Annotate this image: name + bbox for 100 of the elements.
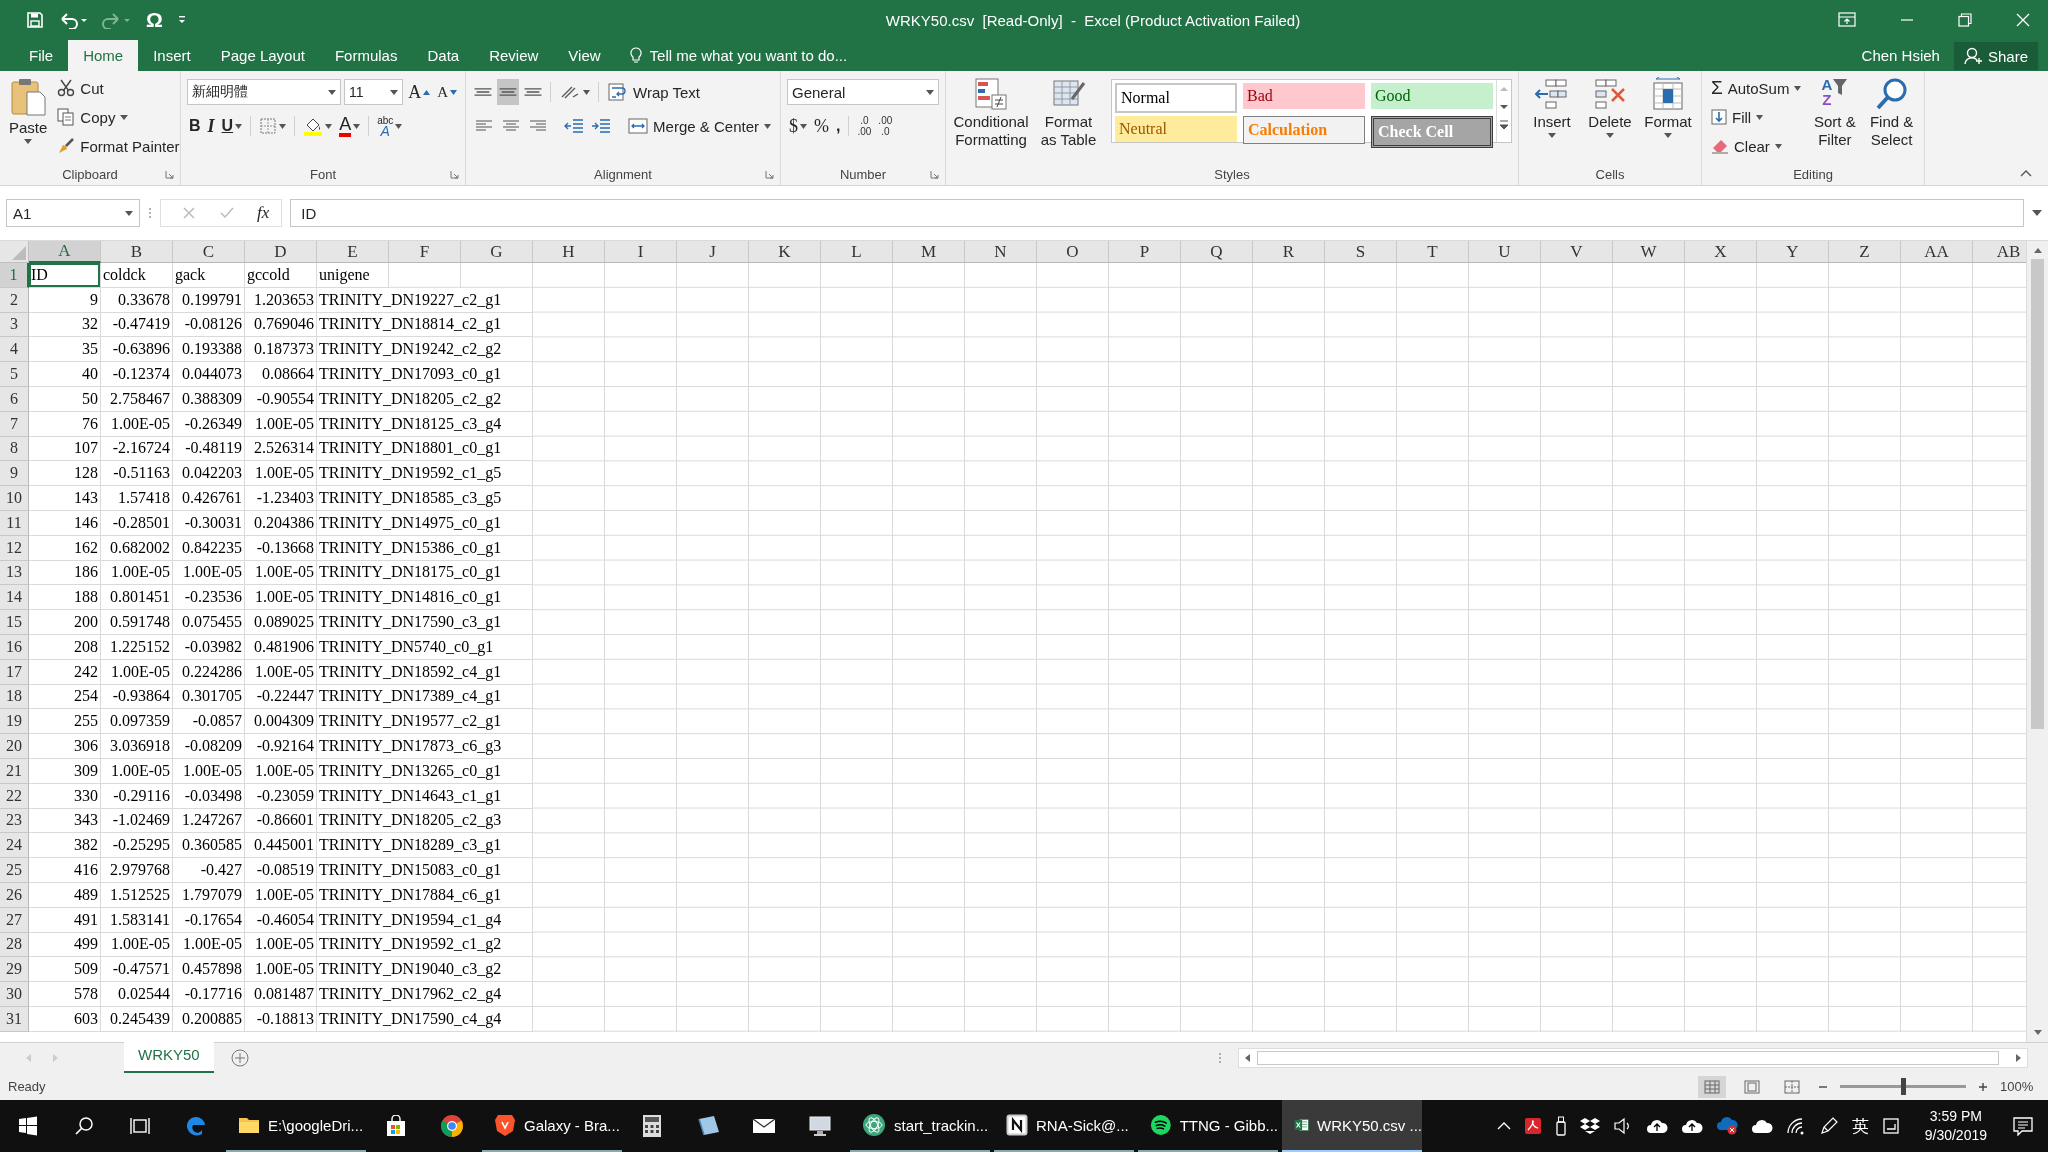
split-grip-icon[interactable] [1218, 1051, 1222, 1065]
row-header[interactable]: 16 [0, 634, 29, 660]
row-header[interactable]: 4 [0, 337, 29, 363]
row-header[interactable]: 9 [0, 461, 29, 487]
cell-style-option[interactable]: Normal [1115, 83, 1237, 113]
check-icon[interactable] [219, 205, 235, 221]
sheet-tab[interactable]: WRKY50 [124, 1039, 214, 1074]
row-header[interactable]: 28 [0, 932, 29, 958]
find-select-button[interactable]: Find & Select [1865, 75, 1918, 163]
row-header[interactable]: 19 [0, 709, 29, 735]
column-header[interactable]: G [461, 241, 533, 263]
scroll-right-icon[interactable] [2013, 1052, 2023, 1064]
column-header[interactable]: U [1469, 241, 1541, 263]
row-header[interactable]: 27 [0, 907, 29, 933]
column-header[interactable]: M [893, 241, 965, 263]
dialog-launcher-icon[interactable] [765, 170, 774, 179]
row-header[interactable]: 26 [0, 882, 29, 908]
pen-icon[interactable] [1818, 1116, 1839, 1136]
formula-field[interactable]: ID [290, 199, 2024, 227]
undo-icon[interactable] [58, 11, 88, 29]
row-header[interactable]: 18 [0, 684, 29, 710]
row-header[interactable]: 12 [0, 535, 29, 561]
pdf-icon[interactable] [1523, 1117, 1542, 1135]
column-header[interactable]: I [605, 241, 677, 263]
wrap-text-button[interactable]: Wrap Text [605, 79, 703, 105]
dialog-launcher-icon[interactable] [165, 170, 174, 179]
expand-icon[interactable] [2032, 210, 2042, 216]
merge-center-button[interactable]: Merge & Center [625, 113, 774, 139]
ribbon-tab[interactable]: View [553, 40, 616, 71]
percent-button[interactable]: % [812, 113, 831, 139]
grow-font-button[interactable]: A [406, 79, 433, 105]
scrollbar[interactable] [1238, 1048, 2028, 1068]
dialog-launcher-icon[interactable] [450, 170, 459, 179]
restore-icon[interactable] [1958, 13, 1972, 27]
row-header[interactable]: 29 [0, 957, 29, 983]
row-header[interactable]: 25 [0, 858, 29, 883]
cloud-icon[interactable] [1750, 1118, 1773, 1134]
row-header[interactable]: 10 [0, 486, 29, 511]
taskbar-button[interactable]: RNA-Sick@... [994, 1100, 1134, 1152]
format-as-table-button[interactable]: Format as Table [1034, 75, 1103, 163]
column-header[interactable]: B [101, 241, 173, 263]
row-header[interactable]: 17 [0, 659, 29, 685]
column-header[interactable]: N [965, 241, 1037, 263]
add-sheet-icon[interactable] [229, 1048, 250, 1068]
tell-me-field[interactable]: Tell me what you want to do... [647, 46, 952, 65]
column-header[interactable]: H [533, 241, 605, 263]
font-color-button[interactable]: A [337, 113, 363, 139]
column-header[interactable]: R [1253, 241, 1325, 263]
column-header[interactable]: C [173, 241, 245, 263]
ribbon-tab[interactable]: Data [412, 40, 475, 71]
usb-drive-icon[interactable] [1554, 1116, 1567, 1136]
zoom-in-icon[interactable] [1978, 1081, 1988, 1092]
customize-icon[interactable] [176, 15, 187, 25]
copy-button[interactable]: Copy [54, 104, 183, 130]
column-header[interactable]: O [1037, 241, 1109, 263]
taskbar-button[interactable]: Galaxy - Bra... [482, 1100, 622, 1152]
scrollbar[interactable] [2026, 241, 2048, 1042]
column-header[interactable]: F [389, 241, 461, 263]
clock[interactable]: 3:59 PM 9/30/2019 [1912, 1107, 1999, 1145]
paste-button[interactable]: Paste [6, 75, 51, 163]
column-header[interactable]: T [1397, 241, 1469, 263]
cut-button[interactable]: Cut [54, 75, 183, 101]
zoom-slider[interactable] [1901, 1078, 1906, 1095]
ribbon-tab[interactable]: Review [474, 40, 554, 71]
column-header[interactable]: P [1109, 241, 1181, 263]
row-header[interactable]: 6 [0, 387, 29, 412]
font-size-field[interactable]: 11 [343, 79, 404, 105]
column-header[interactable]: W [1613, 241, 1685, 263]
cloud-upload-icon[interactable] [1680, 1118, 1703, 1134]
row-header[interactable]: 31 [0, 1006, 29, 1032]
row-header[interactable]: 22 [0, 783, 29, 809]
column-header[interactable]: Q [1181, 241, 1253, 263]
row-header[interactable]: 2 [0, 287, 29, 313]
ribbon-tab[interactable]: Page Layout [205, 40, 320, 71]
ribbon-tab[interactable]: Home [68, 40, 139, 71]
cell-style-option[interactable]: Good [1371, 83, 1493, 109]
cell-style-option[interactable]: Neutral [1115, 116, 1237, 142]
taskbar-button[interactable]: WRKY50.csv ... [1282, 1100, 1422, 1152]
cells-button[interactable]: Insert [1525, 75, 1579, 163]
cloud-error-icon[interactable] [1715, 1117, 1738, 1135]
ribbon-tab[interactable]: Insert [138, 40, 206, 71]
insert-function-button[interactable]: fx [257, 203, 270, 223]
column-header[interactable]: E [317, 241, 389, 263]
cloud-upload-icon[interactable] [1645, 1118, 1668, 1134]
column-header[interactable]: J [677, 241, 749, 263]
cells-button[interactable]: Format [1641, 75, 1695, 163]
row-header[interactable]: 21 [0, 758, 29, 784]
column-header[interactable]: K [749, 241, 821, 263]
column-header[interactable]: AA [1901, 241, 1973, 263]
column-header[interactable]: AB [1973, 241, 2026, 263]
font-name-field[interactable]: 新細明體 [187, 79, 341, 105]
italic-button[interactable]: I [205, 113, 217, 139]
column-header[interactable]: A [29, 241, 101, 263]
collapse-ribbon-icon[interactable] [2020, 169, 2032, 177]
dialog-launcher-icon[interactable] [930, 170, 939, 179]
input-method-indicator[interactable]: 英 [1851, 1114, 1869, 1138]
cells-button[interactable]: Delete [1583, 75, 1637, 163]
wifi-icon[interactable] [1785, 1117, 1806, 1135]
shrink-font-button[interactable]: A [435, 79, 459, 105]
autosum-button[interactable]: Σ AutoSum [1708, 75, 1805, 101]
